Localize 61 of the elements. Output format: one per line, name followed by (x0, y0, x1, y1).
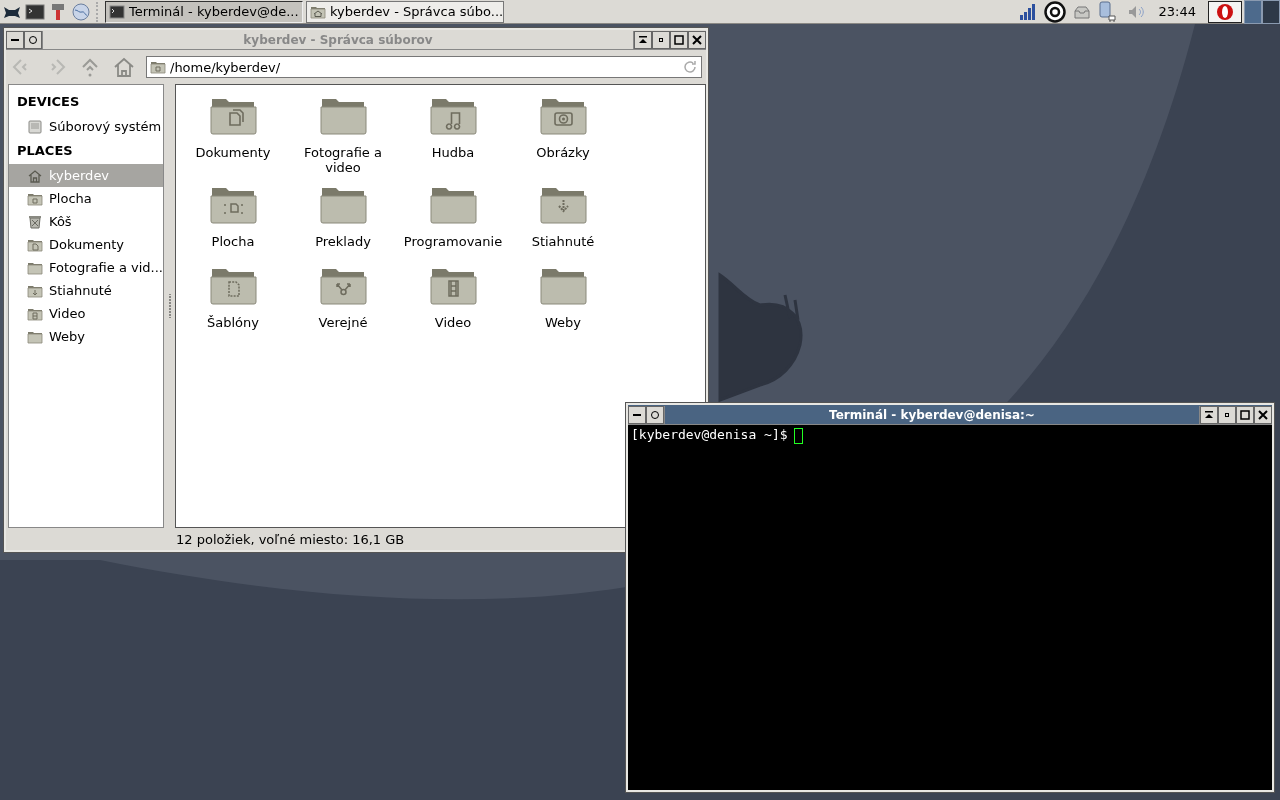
sidebar-item[interactable]: Kôš (9, 210, 163, 233)
location-field[interactable]: /home/kyberdev/ (146, 56, 702, 78)
raise-button[interactable] (634, 30, 652, 49)
status-text: 12 položiek, voľné miesto: 16,1 GB (176, 531, 405, 547)
square-icon (674, 34, 684, 45)
raise-icon (1204, 409, 1214, 420)
maximize-button[interactable] (1236, 405, 1254, 424)
folder-name[interactable]: Šablóny (181, 315, 285, 330)
shade-button[interactable] (24, 30, 42, 49)
circle-icon (28, 34, 38, 45)
close-icon (1258, 409, 1268, 420)
workspace-pager[interactable] (1244, 0, 1280, 24)
sidebar-item[interactable]: Dokumenty (9, 233, 163, 256)
square-icon (1240, 409, 1250, 420)
folder-icon (150, 59, 166, 75)
sidebar-item[interactable]: Weby (9, 325, 163, 348)
sidebar-item[interactable]: Plocha (9, 187, 163, 210)
globe-icon[interactable] (71, 2, 91, 21)
folder-name[interactable]: Preklady (291, 234, 395, 249)
minimize-button[interactable] (628, 405, 646, 424)
section-heading: DEVICES (16, 93, 81, 111)
drive-icon (27, 118, 43, 135)
raise-icon (638, 34, 648, 45)
section-heading: PLACES (16, 142, 74, 160)
circle-icon[interactable] (1043, 0, 1066, 23)
sidebar-item[interactable]: Stiahnuté (9, 279, 163, 302)
launcher-button[interactable] (1208, 0, 1242, 23)
folder-name[interactable]: Stiahnuté (511, 234, 615, 249)
maximize-button[interactable] (670, 30, 688, 49)
sidebar-item[interactable]: Súborový systém (9, 115, 163, 138)
restore-button[interactable] (652, 30, 670, 49)
taskbar-button[interactable]: kyberdev - Správca súbo... (306, 0, 504, 23)
sidebar-item[interactable]: Fotografie a vid... (9, 256, 163, 279)
trash-icon (27, 213, 43, 230)
folder-name[interactable]: Hudba (401, 145, 505, 160)
taskbar-button[interactable]: Terminál - kyberdev@de... (105, 0, 303, 23)
oval-icon (1215, 2, 1235, 21)
shade-button[interactable] (646, 405, 664, 424)
prompt-text: [kyberdev@denisa ~]$ (631, 427, 788, 442)
text-cursor (793, 428, 803, 444)
minimize-button[interactable] (6, 30, 24, 49)
folder-name[interactable]: Video (401, 315, 505, 330)
close-button[interactable] (688, 30, 706, 49)
folder-name[interactable]: Programovanie (401, 234, 505, 249)
folder-name[interactable]: Weby (511, 315, 615, 330)
close-icon (692, 34, 702, 45)
terminal-icon (109, 3, 125, 20)
folder-name[interactable]: Verejné (291, 315, 395, 330)
close-button[interactable] (1254, 405, 1272, 424)
folder-name[interactable]: Dokumenty (181, 145, 285, 160)
sidebar-item[interactable]: Video (9, 302, 163, 325)
folder-name[interactable]: Plocha (181, 234, 285, 249)
restore-button[interactable] (1218, 405, 1236, 424)
circle-icon (650, 409, 660, 420)
terminal-icon[interactable] (25, 2, 45, 21)
folder-name[interactable]: Obrázky (511, 145, 615, 160)
terminal-screen[interactable]: [kyberdev@denisa ~]$ (628, 425, 1272, 790)
folder-name[interactable]: Fotografie a video (291, 145, 395, 175)
raise-button[interactable] (1200, 405, 1218, 424)
clock: 23:44 (1158, 4, 1196, 19)
signal-icon[interactable] (1017, 2, 1038, 21)
